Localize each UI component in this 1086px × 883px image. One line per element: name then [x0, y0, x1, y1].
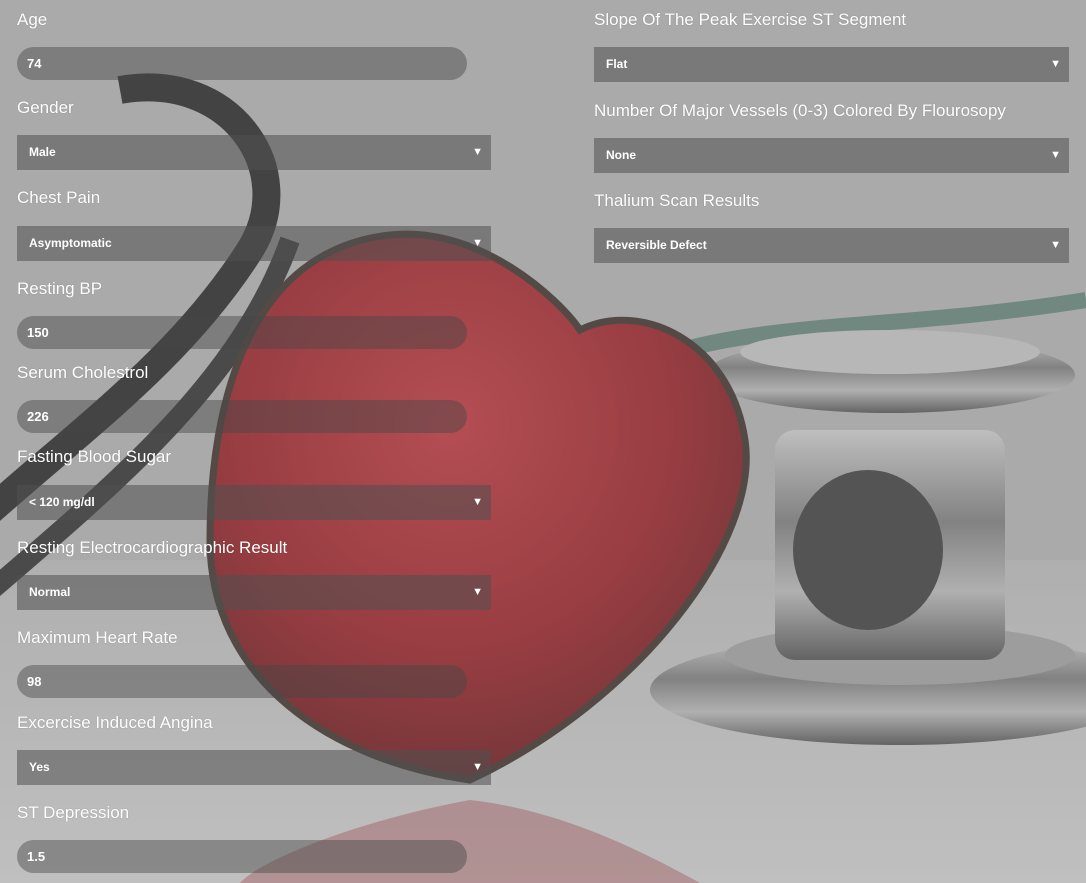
resting-bp-label: Resting BP: [17, 279, 103, 298]
chest-pain-select[interactable]: Asymptomatic ▼: [17, 226, 491, 261]
chest-pain-label: Chest Pain: [17, 188, 101, 207]
chevron-down-icon: ▼: [472, 586, 483, 598]
fasting-blood-sugar-label: Fasting Blood Sugar: [17, 447, 172, 466]
right-form-column: Slope Of The Peak Exercise ST Segment Fl…: [520, 0, 1086, 300]
serum-cholesterol-label: Serum Cholestrol: [17, 363, 149, 382]
exercise-angina-label: Excercise Induced Angina: [17, 713, 213, 732]
fasting-blood-sugar-select-value: < 120 mg/dl: [29, 495, 95, 509]
slope-label: Slope Of The Peak Exercise ST Segment: [594, 10, 907, 29]
resting-ecg-label: Resting Electrocardiographic Result: [17, 538, 288, 557]
gender-select-value: Male: [29, 145, 56, 159]
exercise-angina-select[interactable]: Yes ▼: [17, 750, 491, 785]
chevron-down-icon: ▼: [1050, 239, 1061, 251]
exercise-angina-select-value: Yes: [29, 760, 50, 774]
age-input[interactable]: 74: [17, 47, 467, 80]
slope-select-value: Flat: [606, 57, 628, 71]
resting-ecg-select[interactable]: Normal ▼: [17, 575, 491, 610]
max-heart-rate-label: Maximum Heart Rate: [17, 628, 178, 647]
st-depression-input[interactable]: 1.5: [17, 840, 467, 873]
gender-label: Gender: [17, 98, 74, 117]
thalium-select[interactable]: Reversible Defect ▼: [594, 228, 1069, 263]
chevron-down-icon: ▼: [472, 146, 483, 158]
chevron-down-icon: ▼: [1050, 149, 1061, 161]
resting-ecg-select-value: Normal: [29, 585, 71, 599]
slope-select[interactable]: Flat ▼: [594, 47, 1069, 82]
chevron-down-icon: ▼: [472, 237, 483, 249]
serum-cholesterol-input[interactable]: 226: [17, 400, 467, 433]
gender-select[interactable]: Male ▼: [17, 135, 491, 170]
fasting-blood-sugar-select[interactable]: < 120 mg/dl ▼: [17, 485, 491, 520]
resting-bp-input[interactable]: 150: [17, 316, 467, 349]
major-vessels-select-value: None: [606, 148, 636, 162]
chevron-down-icon: ▼: [472, 761, 483, 773]
chest-pain-select-value: Asymptomatic: [29, 236, 112, 250]
max-heart-rate-input[interactable]: 98: [17, 665, 467, 698]
thalium-select-value: Reversible Defect: [606, 238, 707, 252]
st-depression-label: ST Depression: [17, 803, 130, 822]
chevron-down-icon: ▼: [1050, 58, 1061, 70]
major-vessels-select[interactable]: None ▼: [594, 138, 1069, 173]
chevron-down-icon: ▼: [472, 496, 483, 508]
left-form-column: Age 74 Gender Male ▼ Chest Pain Asymptom…: [0, 0, 520, 883]
thalium-label: Thalium Scan Results: [594, 191, 760, 210]
age-label: Age: [17, 10, 48, 29]
major-vessels-label: Number Of Major Vessels (0-3) Colored By…: [594, 101, 1006, 120]
